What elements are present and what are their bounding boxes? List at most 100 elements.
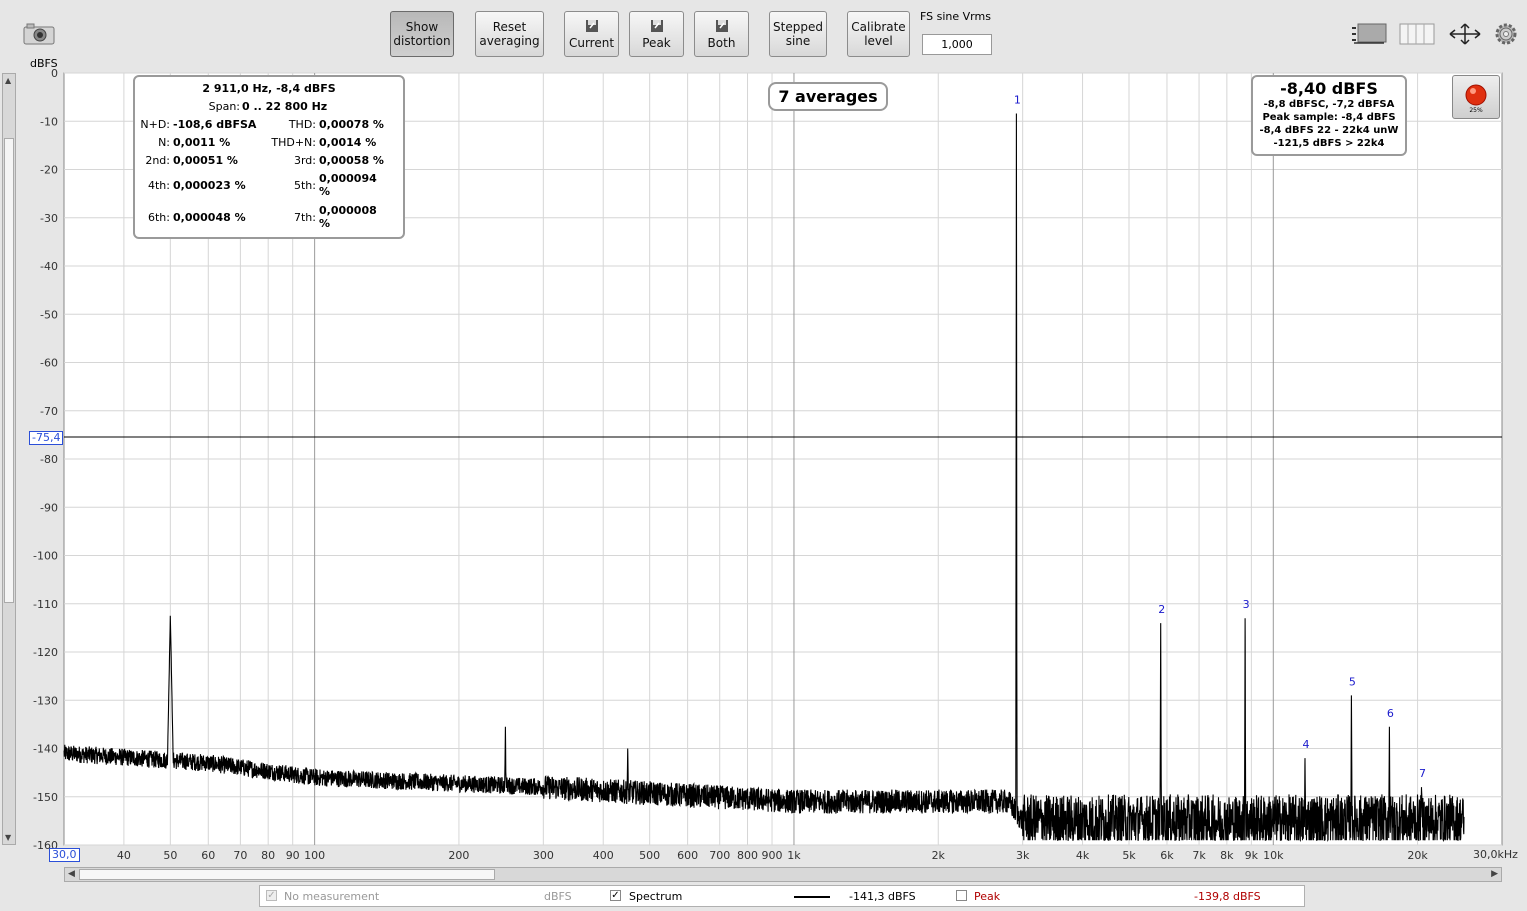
thd-label: THD:	[288, 118, 316, 131]
x-tick-label: 300	[533, 849, 554, 862]
x-tick-label: 6k	[1160, 849, 1174, 862]
y-tick-label: -70	[40, 405, 58, 418]
peak-legend-label: Peak	[974, 890, 1001, 903]
h7-label: 7th:	[294, 211, 316, 224]
level-line4: -121,5 dBFS > 22k4	[1273, 138, 1385, 149]
h2-value: 0,00051 %	[173, 154, 238, 167]
y-tick-label: -60	[40, 357, 58, 370]
harmonic-number-label: 1	[1014, 94, 1021, 107]
scroll-left-arrow[interactable]: ◀	[68, 869, 75, 879]
legend-bar: ✓ No measurement dBFS ✓ Spectrum -141,3 …	[259, 885, 1305, 907]
x-tick-label: 600	[677, 849, 698, 862]
x-start-badge[interactable]: 30,0	[49, 848, 80, 862]
x-tick-label: 7k	[1192, 849, 1206, 862]
y-tick-label: -30	[40, 212, 58, 225]
harmonic-number-label: 6	[1387, 707, 1394, 720]
y-tick-label: -140	[33, 743, 58, 756]
x-tick-label: 500	[639, 849, 660, 862]
x-tick-label: 10k	[1263, 849, 1284, 862]
no-measurement-label: No measurement	[284, 890, 380, 903]
y-tick-label: -80	[40, 453, 58, 466]
x-end-label: 30,0kHz	[1473, 848, 1518, 861]
peak-checkbox[interactable]	[956, 890, 967, 901]
level-line3: -8,4 dBFS 22 - 22k4 unW	[1259, 125, 1399, 136]
n-label: N:	[158, 136, 170, 149]
x-tick-label: 50	[163, 849, 177, 862]
level-line2: Peak sample: -8,4 dBFS	[1262, 112, 1396, 123]
h5-label: 5th:	[294, 179, 316, 192]
record-icon	[1465, 84, 1487, 106]
horizontal-scroll-thumb[interactable]	[79, 869, 495, 880]
n-value: 0,0011 %	[173, 136, 231, 149]
spectrum-value: -141,3 dBFS	[849, 890, 916, 903]
x-tick-label: 60	[201, 849, 215, 862]
x-tick-label: 4k	[1076, 849, 1090, 862]
distortion-header: 2 911,0 Hz, -8,4 dBFS	[202, 82, 336, 95]
h7-value: 0,000008 %	[319, 204, 377, 230]
thdn-value: 0,0014 %	[319, 136, 377, 149]
y-unit-label: dBFS	[30, 57, 58, 70]
level-box: -8,40 dBFS -8,8 dBFSC, -7,2 dBFSA Peak s…	[1251, 75, 1407, 156]
level-line1: -8,8 dBFSC, -7,2 dBFSA	[1263, 99, 1395, 110]
harmonic-number-label: 7	[1419, 767, 1426, 780]
x-tick-label: 8k	[1220, 849, 1234, 862]
thdn-label: THD+N:	[271, 136, 316, 149]
record-button[interactable]: 25%	[1452, 75, 1500, 119]
x-tick-label: 200	[448, 849, 469, 862]
averages-label: 7 averages	[778, 87, 878, 106]
h4-value: 0,000023 %	[173, 179, 246, 192]
x-axis-labels: 40 50 60 70 80 90 100 200 300 400 500 600 700 800 900 1…	[117, 849, 1429, 862]
span-value: 0 .. 22 800 Hz	[242, 100, 328, 113]
spectrum-checkbox[interactable]: ✓	[610, 890, 621, 901]
y-tick-label: -150	[33, 791, 58, 804]
y-tick-label: -130	[33, 694, 58, 707]
y-tick-label: -20	[40, 164, 58, 177]
nd-label: N+D:	[140, 118, 170, 131]
h6-value: 0,000048 %	[173, 211, 246, 224]
x-tick-label: 100	[304, 849, 325, 862]
x-tick-label: 90	[286, 849, 300, 862]
harmonic-number-label: 2	[1158, 603, 1165, 616]
x-tick-label: 2k	[932, 849, 946, 862]
spectrum-swatch	[794, 896, 830, 898]
cursor-value-badge[interactable]: -75,4	[29, 431, 64, 445]
y-tick-label: -120	[33, 646, 58, 659]
y-tick-label: -90	[40, 501, 58, 514]
span-label: Span:	[208, 100, 240, 113]
harmonic-number-label: 4	[1302, 738, 1309, 751]
nd-value: -108,6 dBFSA	[173, 118, 257, 131]
x-tick-label: 70	[233, 849, 247, 862]
y-tick-label: -110	[33, 598, 58, 611]
harmonic-number-label: 3	[1243, 598, 1250, 611]
h2-label: 2nd:	[145, 154, 170, 167]
y-tick-label: -50	[40, 308, 58, 321]
horizontal-scrollbar[interactable]: ◀ ▶	[64, 867, 1502, 882]
thd-value: 0,00078 %	[319, 118, 384, 131]
no-measurement-unit: dBFS	[544, 890, 572, 903]
peak-value: -139,8 dBFS	[1194, 890, 1261, 903]
x-tick-label: 700	[709, 849, 730, 862]
h3-value: 0,00058 %	[319, 154, 384, 167]
y-tick-label: -10	[40, 115, 58, 128]
scroll-right-arrow[interactable]: ▶	[1491, 869, 1498, 879]
h6-label: 6th:	[148, 211, 170, 224]
x-tick-label: 800	[737, 849, 758, 862]
x-tick-label: 20k	[1407, 849, 1428, 862]
y-tick-label: -40	[40, 260, 58, 273]
harmonic-number-label: 5	[1349, 675, 1356, 688]
h3-label: 3rd:	[293, 154, 316, 167]
y-axis-labels: 0-10-20-30-40-50-60-70-80-90-100-110-120…	[33, 67, 58, 852]
spectrum-label: Spectrum	[629, 890, 683, 903]
record-percent: 25%	[1469, 107, 1483, 114]
y-tick-label: -100	[33, 550, 58, 563]
h4-label: 4th:	[148, 179, 170, 192]
x-tick-label: 80	[261, 849, 275, 862]
x-tick-label: 9k	[1245, 849, 1259, 862]
averages-badge: 7 averages	[768, 82, 888, 111]
level-main: -8,40 dBFS	[1280, 79, 1378, 98]
x-tick-label: 3k	[1016, 849, 1030, 862]
x-tick-label: 40	[117, 849, 131, 862]
no-measurement-checkbox[interactable]: ✓	[266, 890, 277, 901]
x-tick-label: 900	[762, 849, 783, 862]
x-tick-label: 1k	[787, 849, 801, 862]
